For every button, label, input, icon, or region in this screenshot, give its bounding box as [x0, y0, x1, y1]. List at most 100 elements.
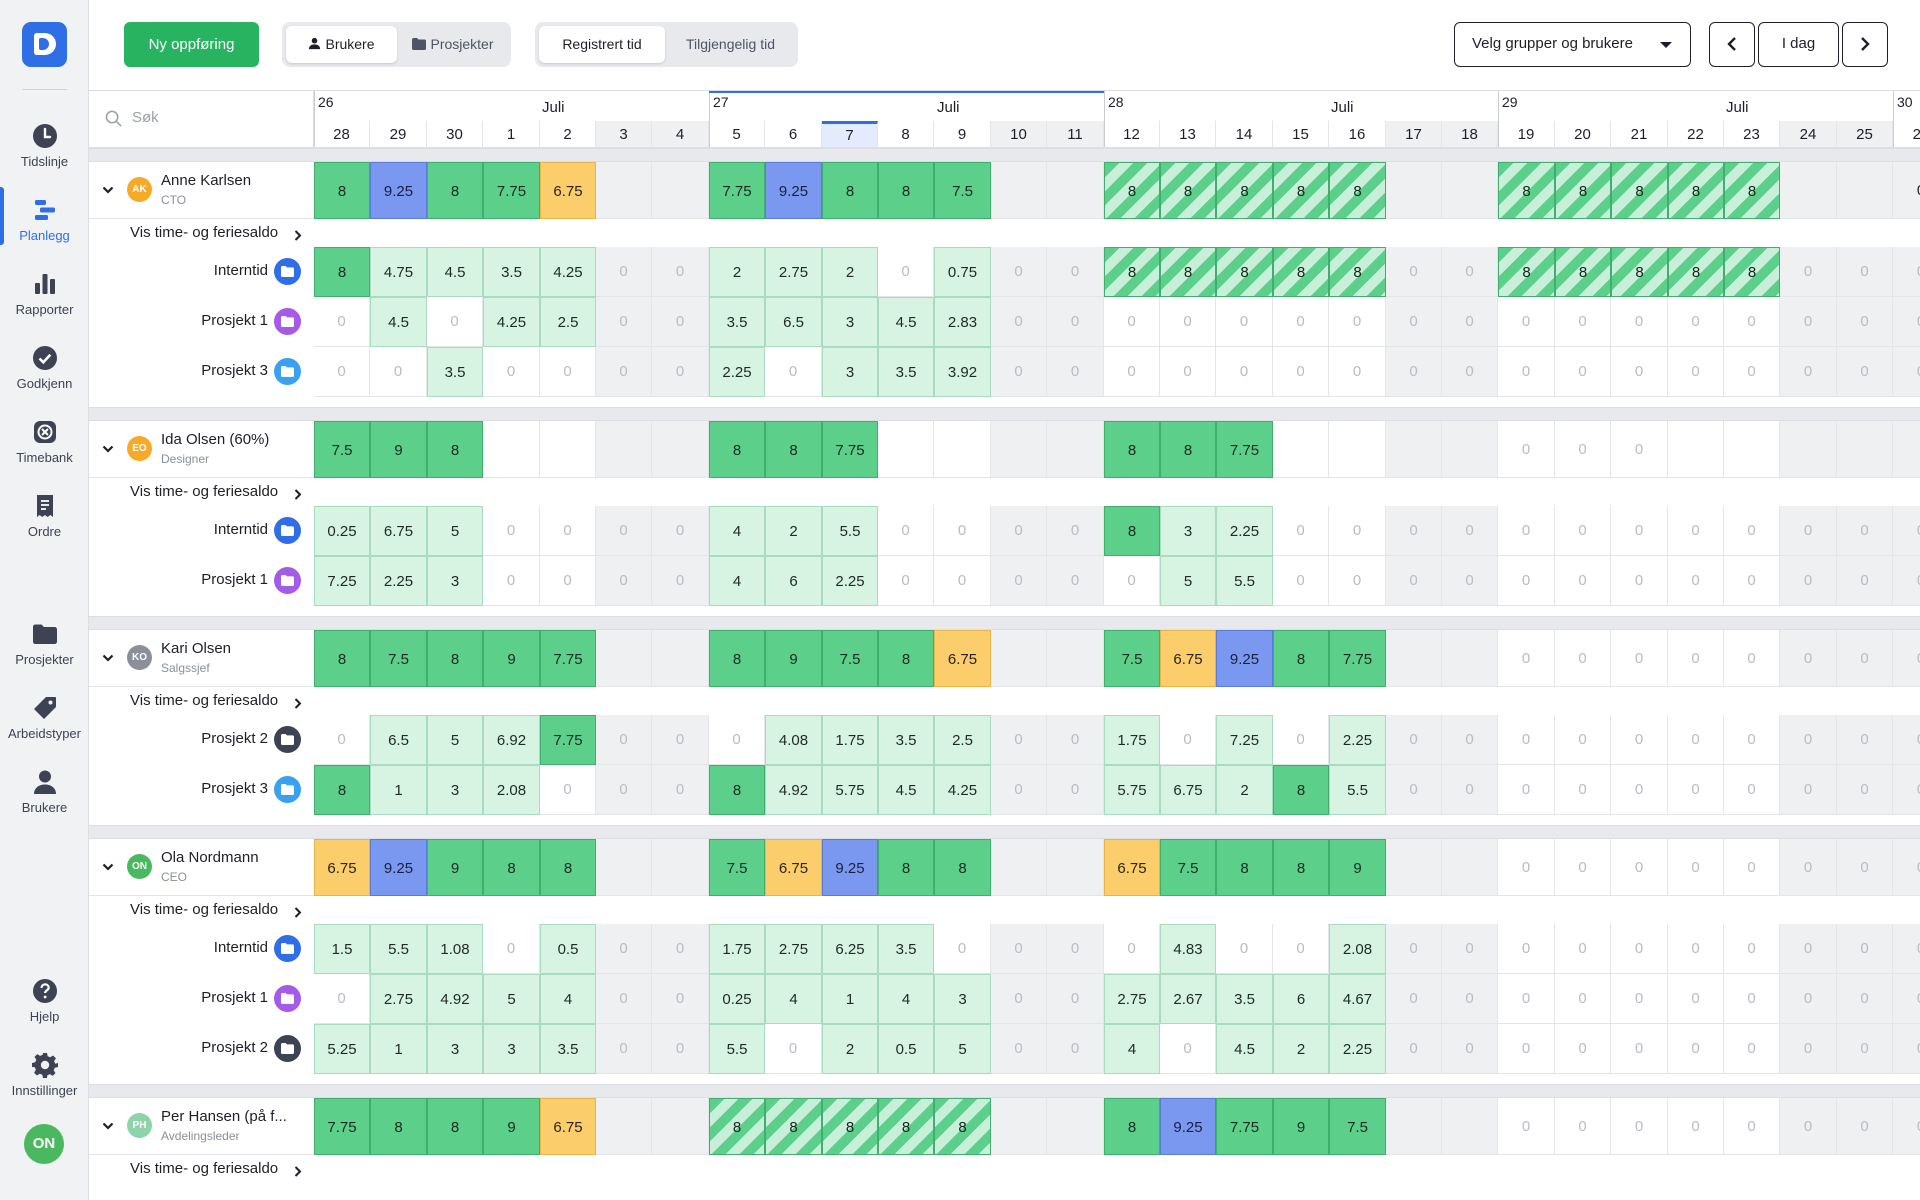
day-header[interactable]: 8: [878, 121, 934, 148]
hours-cell[interactable]: [1386, 421, 1442, 478]
hours-cell[interactable]: 0: [1498, 924, 1555, 974]
hours-cell[interactable]: 0: [1047, 247, 1104, 297]
hours-cell[interactable]: 0: [1780, 974, 1837, 1024]
hours-cell[interactable]: 0: [709, 715, 765, 765]
hours-cell[interactable]: 9: [1329, 839, 1386, 896]
hours-cell[interactable]: 0: [314, 297, 370, 347]
hours-cell[interactable]: 0: [1668, 556, 1724, 606]
hours-cell[interactable]: 0: [1386, 347, 1442, 397]
hours-cell[interactable]: 8: [314, 247, 370, 297]
hours-cell[interactable]: 0: [1668, 839, 1724, 896]
hours-cell[interactable]: 8: [1273, 247, 1329, 297]
hours-cell[interactable]: [878, 421, 934, 478]
hours-cell[interactable]: 0: [1442, 506, 1498, 556]
hours-cell[interactable]: 0: [1893, 924, 1920, 974]
day-header[interactable]: 30: [427, 121, 483, 148]
hours-cell[interactable]: 7.5: [709, 839, 765, 896]
hours-cell[interactable]: 0: [596, 347, 652, 397]
hours-cell[interactable]: 8: [1611, 162, 1668, 219]
hours-cell[interactable]: 2.67: [1160, 974, 1216, 1024]
hours-cell[interactable]: 8: [1273, 839, 1329, 896]
hours-cell[interactable]: 0: [1668, 506, 1724, 556]
app-logo[interactable]: [22, 22, 67, 67]
hours-cell[interactable]: 0: [1555, 765, 1611, 815]
hours-cell[interactable]: [652, 630, 709, 687]
hours-cell[interactable]: 0: [1668, 347, 1724, 397]
hours-cell[interactable]: 0: [1273, 347, 1329, 397]
hours-cell[interactable]: 0: [1329, 506, 1386, 556]
hours-cell[interactable]: [596, 421, 652, 478]
hours-cell[interactable]: 8: [822, 162, 878, 219]
previous-button[interactable]: [1709, 22, 1755, 67]
hours-cell[interactable]: 8: [540, 839, 596, 896]
day-header[interactable]: 15: [1273, 121, 1329, 148]
hours-cell[interactable]: [1047, 1098, 1104, 1155]
hours-cell[interactable]: 0: [1047, 974, 1104, 1024]
hours-cell[interactable]: 8: [765, 421, 822, 478]
hours-cell[interactable]: 4.25: [483, 297, 540, 347]
current-user-avatar[interactable]: ON: [24, 1124, 64, 1164]
hours-cell[interactable]: 7.5: [934, 162, 991, 219]
hours-cell[interactable]: 0: [1386, 1024, 1442, 1074]
hours-cell[interactable]: 0: [1893, 506, 1920, 556]
hours-cell[interactable]: 0: [1780, 630, 1837, 687]
hours-cell[interactable]: 6.75: [370, 506, 427, 556]
hours-cell[interactable]: 0: [1668, 630, 1724, 687]
hours-cell[interactable]: 0: [1273, 556, 1329, 606]
hours-cell[interactable]: [596, 1098, 652, 1155]
new-entry-button[interactable]: Ny oppføring: [124, 22, 259, 67]
hours-cell[interactable]: 9: [483, 1098, 540, 1155]
hours-cell[interactable]: 1: [370, 1024, 427, 1074]
hours-cell[interactable]: 7.75: [709, 162, 765, 219]
hours-cell[interactable]: [1386, 1098, 1442, 1155]
hours-cell[interactable]: 5: [483, 974, 540, 1024]
hours-cell[interactable]: 0: [652, 1024, 709, 1074]
hours-cell[interactable]: 0: [1611, 297, 1668, 347]
view-projects-option[interactable]: Prosjekter: [399, 26, 507, 63]
user-row[interactable]: KO Kari Olsen Salgssjef: [89, 630, 314, 687]
hours-cell[interactable]: 0: [596, 1024, 652, 1074]
hours-cell[interactable]: 9.25: [1160, 1098, 1216, 1155]
hours-cell[interactable]: 0: [878, 506, 934, 556]
hours-cell[interactable]: 0: [991, 297, 1047, 347]
hours-cell[interactable]: 0: [1893, 765, 1920, 815]
hours-cell[interactable]: 0: [483, 347, 540, 397]
hours-cell[interactable]: 0.5: [878, 1024, 934, 1074]
hours-cell[interactable]: 0: [1837, 347, 1893, 397]
hours-cell[interactable]: 7.25: [314, 556, 370, 606]
hours-cell[interactable]: [991, 1098, 1047, 1155]
hours-cell[interactable]: 8: [1216, 247, 1273, 297]
hours-cell[interactable]: 7.75: [1216, 1098, 1273, 1155]
hours-cell[interactable]: 0: [1442, 974, 1498, 1024]
hours-cell[interactable]: 8: [1160, 247, 1216, 297]
hours-cell[interactable]: 0: [1442, 924, 1498, 974]
hours-cell[interactable]: 0: [1498, 765, 1555, 815]
hours-cell[interactable]: 0: [1893, 1024, 1920, 1074]
hours-cell[interactable]: 8: [709, 630, 765, 687]
hours-cell[interactable]: 6: [1273, 974, 1329, 1024]
hours-cell[interactable]: 0: [1780, 1024, 1837, 1074]
hours-cell[interactable]: 7.75: [540, 715, 596, 765]
hours-cell[interactable]: 4: [540, 974, 596, 1024]
hours-cell[interactable]: [652, 421, 709, 478]
user-row[interactable]: PH Per Hansen (på f... Avdelingsleder: [89, 1098, 314, 1155]
hours-cell[interactable]: 0: [1047, 924, 1104, 974]
hours-cell[interactable]: 0: [1611, 421, 1668, 478]
hours-cell[interactable]: 0: [1498, 297, 1555, 347]
hours-cell[interactable]: 6.75: [1104, 839, 1160, 896]
nav-item-rapporter[interactable]: Rapporter: [0, 261, 89, 331]
hours-cell[interactable]: 3: [427, 765, 483, 815]
hours-cell[interactable]: 9.25: [1216, 630, 1273, 687]
hours-cell[interactable]: 0: [1780, 347, 1837, 397]
hours-cell[interactable]: 2.25: [1216, 506, 1273, 556]
hours-cell[interactable]: 0: [1837, 765, 1893, 815]
hours-cell[interactable]: 8: [1104, 1098, 1160, 1155]
day-header[interactable]: 2: [540, 121, 596, 148]
hours-cell[interactable]: 6.5: [370, 715, 427, 765]
hours-cell[interactable]: 3: [483, 1024, 540, 1074]
day-header[interactable]: 21: [1611, 121, 1668, 148]
hours-cell[interactable]: 7.5: [1160, 839, 1216, 896]
hours-cell[interactable]: 8: [709, 1098, 765, 1155]
hours-cell[interactable]: 0: [1668, 974, 1724, 1024]
hours-cell[interactable]: [1442, 630, 1498, 687]
